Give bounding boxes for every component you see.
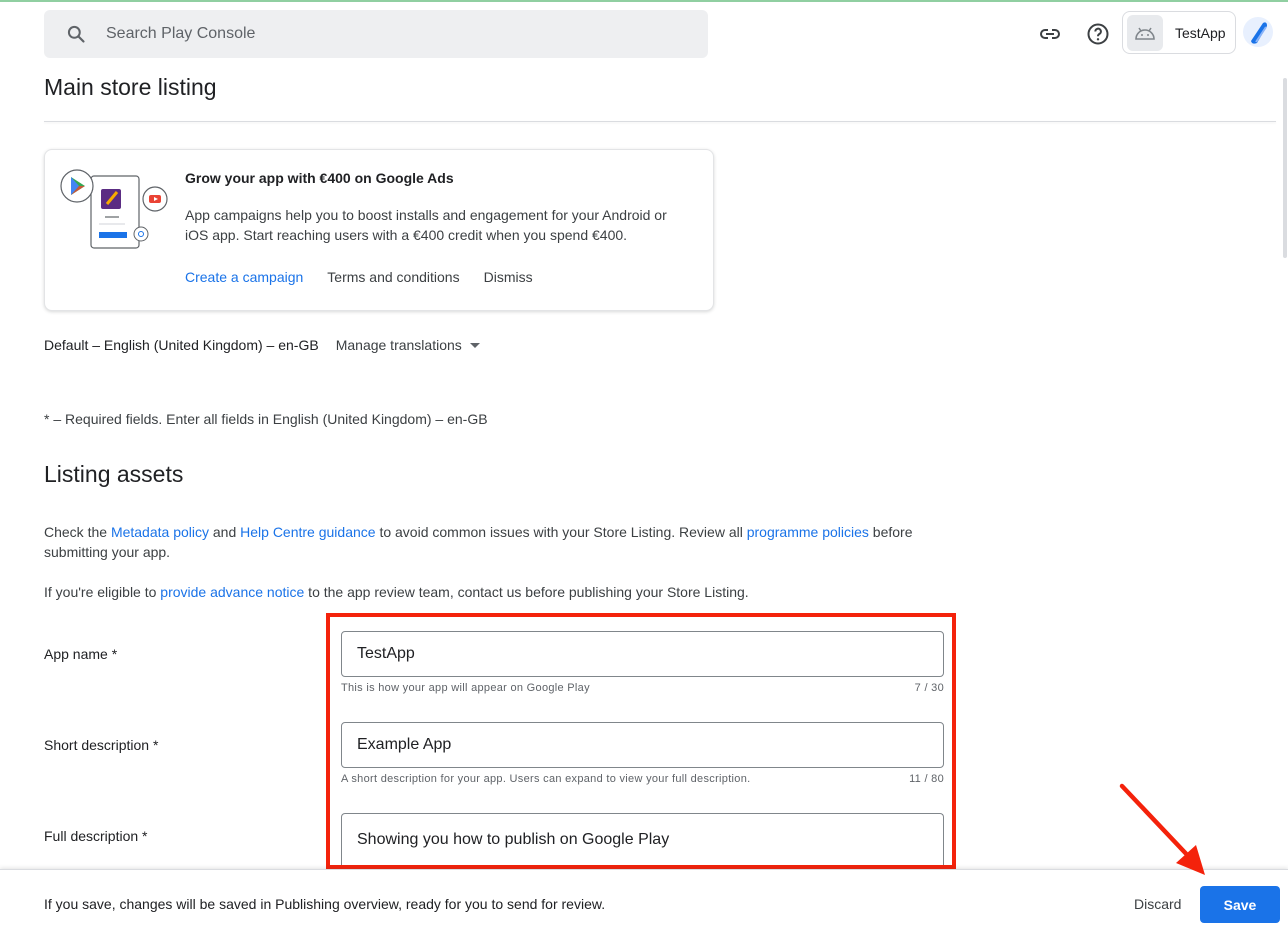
search-placeholder: Search Play Console [106, 25, 256, 42]
avatar[interactable] [1243, 17, 1273, 47]
help-centre-link[interactable]: Help Centre guidance [240, 524, 375, 540]
scrollbar[interactable] [1283, 78, 1287, 258]
manage-translations-label: Manage translations [335, 337, 462, 353]
manage-translations-dropdown[interactable]: Manage translations [336, 337, 480, 353]
programme-policies-link[interactable]: programme policies [747, 524, 869, 540]
listing-assets-heading: Listing assets [44, 461, 184, 487]
save-button[interactable]: Save [1200, 886, 1280, 923]
top-accent-line [0, 0, 1288, 2]
terms-link[interactable]: Terms and conditions [327, 269, 459, 285]
page-title: Main store listing [44, 74, 217, 100]
metadata-policy-link[interactable]: Metadata policy [111, 524, 209, 540]
discard-button[interactable]: Discard [1134, 896, 1181, 912]
default-language: Default – English (United Kingdom) – en-… [44, 337, 319, 353]
promo-title: Grow your app with €400 on Google Ads [185, 170, 454, 186]
advance-notice-link[interactable]: provide advance notice [160, 584, 304, 600]
required-fields-note: * – Required fields. Enter all fields in… [44, 411, 488, 427]
text: Check the [44, 524, 111, 540]
android-icon [1127, 14, 1163, 51]
annotation-highlight-box [326, 613, 956, 869]
link-icon[interactable] [1038, 22, 1062, 46]
create-campaign-link[interactable]: Create a campaign [185, 269, 303, 285]
full-description-label: Full description * [44, 828, 148, 844]
search-bar[interactable]: Search Play Console [44, 10, 708, 58]
app-name-label: App name * [44, 646, 118, 662]
caret-down-icon [469, 342, 480, 348]
save-bar-message: If you save, changes will be saved in Pu… [44, 896, 606, 912]
text: and [209, 524, 241, 540]
text: If you're eligible to [44, 584, 161, 600]
app-selector[interactable]: TestApp [1122, 11, 1236, 54]
language-row: Default – English (United Kingdom) – en-… [44, 337, 480, 353]
text: to avoid common issues with your Store L… [375, 524, 747, 540]
header-divider [44, 121, 1276, 122]
promo-illustration [60, 169, 168, 249]
policy-paragraph: Check the Metadata policy and Help Centr… [44, 522, 944, 562]
advance-notice-paragraph: If you're eligible to provide advance no… [44, 582, 749, 602]
google-ads-promo-card: Grow your app with €400 on Google Ads Ap… [44, 149, 714, 311]
dismiss-button[interactable]: Dismiss [484, 269, 533, 285]
save-bar: If you save, changes will be saved in Pu… [0, 869, 1288, 931]
promo-body: App campaigns help you to boost installs… [185, 207, 667, 243]
search-icon [67, 25, 85, 43]
app-name: TestApp [1175, 24, 1226, 41]
text: to the app review team, contact us befor… [304, 584, 749, 600]
promo-actions: Create a campaign Terms and conditions D… [185, 269, 557, 285]
help-icon[interactable] [1086, 22, 1110, 46]
short-description-label: Short description * [44, 737, 159, 753]
